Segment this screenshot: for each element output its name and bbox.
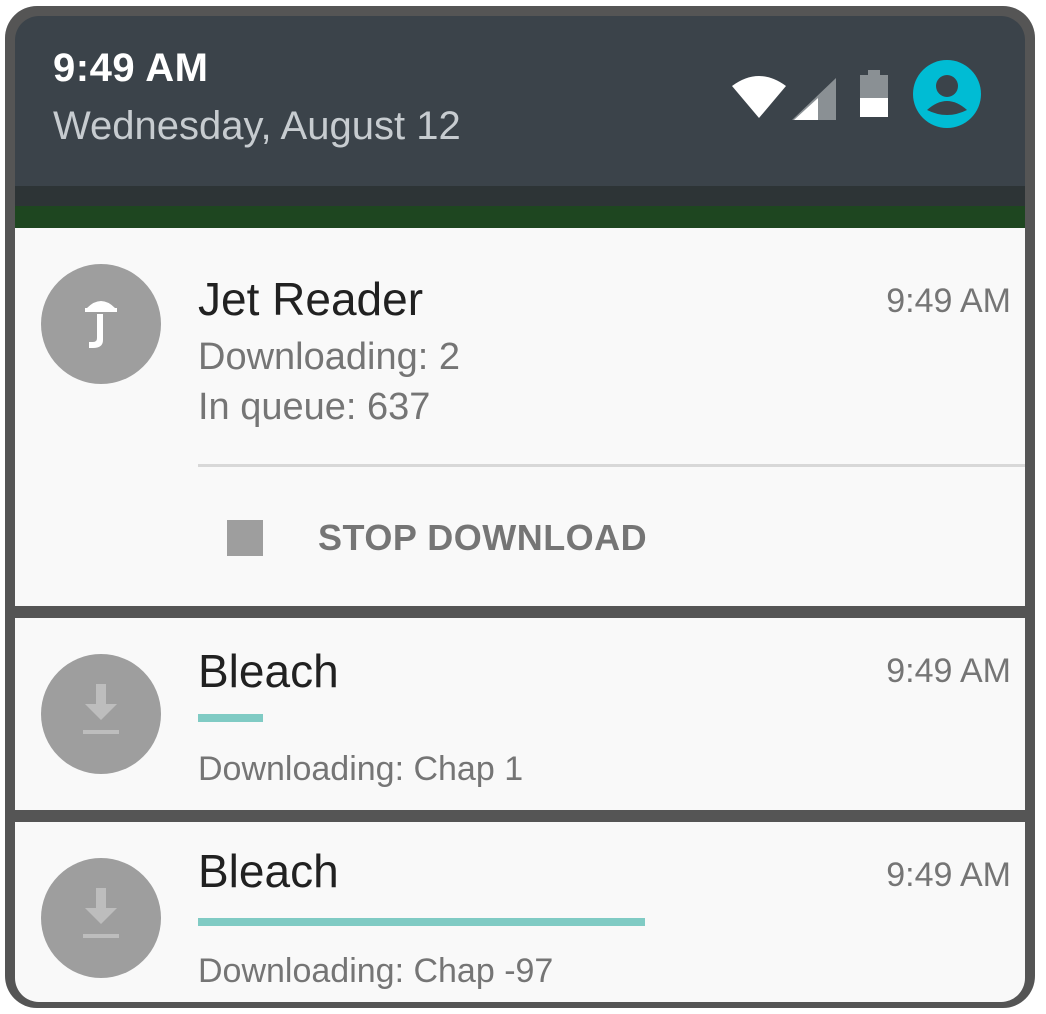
account-icon[interactable] — [913, 60, 981, 128]
stop-download-button[interactable]: STOP DOWNLOAD — [227, 508, 647, 568]
jet-reader-logo-icon — [41, 264, 161, 384]
download-icon — [41, 654, 161, 774]
date-label: Wednesday, August 12 — [53, 104, 461, 148]
battery-icon — [860, 70, 888, 117]
download-status: Downloading: Chap 1 — [198, 750, 524, 788]
clock-time: 9:49 AM — [53, 46, 209, 90]
notification-time: 9:49 AM — [886, 282, 1011, 320]
status-header: 9:49 AM Wednesday, August 12 — [15, 16, 1025, 186]
notification-title: Jet Reader — [198, 273, 424, 325]
notification-shade: 9:49 AM Wednesday, August 12 Jet Reader … — [5, 6, 1035, 1008]
download-icon — [41, 858, 161, 978]
progress-bar — [198, 714, 1011, 722]
notification-bleach-2[interactable]: Bleach 9:49 AM Downloading: Chap -97 — [15, 822, 1025, 1002]
divider — [198, 464, 1025, 467]
background-app-bar — [15, 206, 1025, 228]
wifi-icon — [732, 76, 786, 118]
stop-icon — [227, 520, 263, 556]
notification-jet-reader[interactable]: Jet Reader 9:49 AM Downloading: 2 In que… — [15, 228, 1025, 606]
progress-fill — [198, 918, 646, 926]
status-icons — [730, 60, 990, 136]
notification-title: Bleach — [198, 645, 339, 697]
queue-count: In queue: 637 — [198, 386, 431, 428]
progress-bar — [198, 918, 1011, 926]
cell-signal-icon — [792, 78, 836, 120]
notification-time: 9:49 AM — [886, 652, 1011, 690]
notification-bleach-1[interactable]: Bleach 9:49 AM Downloading: Chap 1 — [15, 618, 1025, 810]
stop-download-label: STOP DOWNLOAD — [318, 517, 648, 558]
progress-fill — [198, 714, 264, 722]
downloading-count: Downloading: 2 — [198, 336, 460, 378]
notification-title: Bleach — [198, 845, 339, 897]
notification-time: 9:49 AM — [886, 856, 1011, 894]
download-status: Downloading: Chap -97 — [198, 952, 554, 990]
